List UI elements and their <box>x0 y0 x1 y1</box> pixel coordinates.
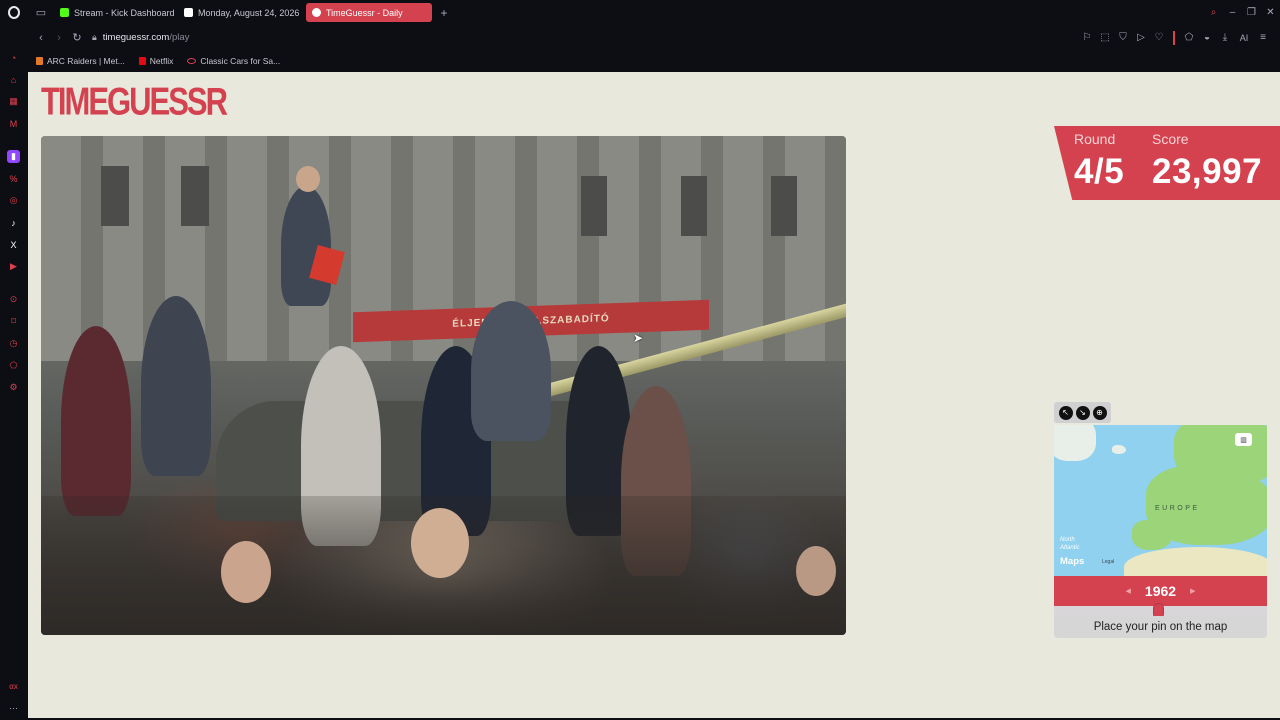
netflix-favicon-icon <box>138 57 146 65</box>
timeguessr-favicon-icon <box>312 8 321 17</box>
photo-window <box>681 176 707 236</box>
photo-window <box>581 176 607 236</box>
browser-sidebar: ◔ ⌂ ▦ M ▮ % ◎ ♪ X ▶ ⊙ ⌑ ◷ ⬠ ⚙ αx ⋯ <box>0 25 28 720</box>
instagram-icon[interactable]: ◎ <box>7 194 20 207</box>
address-bar: ‹ › ↻ 🔒︎ timeguessr.com/play ⚐ ⬚ ⛉ ▷ ♡ ⬠… <box>28 25 1280 50</box>
x-icon[interactable]: X <box>7 238 20 251</box>
photo-window <box>101 166 129 226</box>
kick-favicon-icon <box>60 8 69 17</box>
bookmark-page-icon[interactable]: ⚐ <box>1078 32 1096 43</box>
easy-setup-icon[interactable]: ≡ <box>1254 32 1272 43</box>
back-icon[interactable]: ‹ <box>32 32 50 44</box>
bookmark-arc-raiders[interactable]: ARC Raiders | Met... <box>36 56 125 66</box>
photo-window <box>181 166 209 226</box>
place-pin-button[interactable]: Place your pin on the map <box>1054 616 1267 638</box>
photo-window <box>771 176 797 236</box>
photo-face <box>796 546 836 596</box>
tab-kick-dashboard[interactable]: Stream - Kick Dashboard <box>54 3 176 22</box>
aria-icon[interactable]: ◔ <box>7 51 20 64</box>
percent-icon[interactable]: % <box>7 172 20 185</box>
timeguessr-logo[interactable]: TIMEGUESSR <box>41 82 228 121</box>
page-content: TIMEGUESSR ÉLJENEK A FELSZABADÍTÓ ➤ Roun… <box>28 72 1280 718</box>
download-icon[interactable]: ⤓ <box>1216 32 1234 43</box>
map-greenland <box>1054 425 1096 461</box>
map-europe-label: EUROPE <box>1155 505 1200 512</box>
ax-label[interactable]: αx <box>7 680 20 693</box>
photo-face <box>411 508 469 578</box>
tab-timeguessr[interactable]: TimeGuessr - Daily <box>306 3 432 22</box>
bookmark-classic-cars[interactable]: Classic Cars for Sa... <box>187 56 280 66</box>
year-slider[interactable] <box>1054 603 1267 619</box>
map-legal-link[interactable]: Legal <box>1102 559 1114 565</box>
more-icon[interactable]: ⋯ <box>7 702 20 715</box>
expand-map-icon[interactable]: ↘ <box>1075 405 1090 420</box>
new-tab-button[interactable]: + <box>434 3 454 22</box>
forward-icon[interactable]: › <box>50 32 68 44</box>
pin-map-icon[interactable]: ⊕ <box>1092 405 1107 420</box>
photo-face <box>296 166 320 192</box>
score-value: 23,997 <box>1152 152 1263 191</box>
title-bar: ▭ Stream - Kick Dashboard Monday, August… <box>0 0 1280 25</box>
url-field[interactable]: timeguessr.com/play <box>103 32 190 43</box>
photo-person <box>61 326 131 516</box>
bookmark-netflix[interactable]: Netflix <box>138 56 173 66</box>
workspace-icon[interactable]: ▦ <box>7 95 20 108</box>
score-panel: Round 4/5 Score 23,997 <box>1054 126 1280 200</box>
gmail-icon[interactable]: M <box>7 117 20 130</box>
photo-face <box>221 541 271 603</box>
shrink-map-icon[interactable]: ↖ <box>1058 405 1073 420</box>
snapshot-icon[interactable]: ⬚ <box>1096 32 1114 43</box>
toolbar-divider <box>1173 30 1175 45</box>
extension-icon[interactable]: ⬠ <box>1180 32 1198 43</box>
opera-menu-icon[interactable] <box>0 0 28 25</box>
lock-icon[interactable]: 🔒︎ <box>92 32 97 43</box>
round-value: 4/5 <box>1074 152 1125 191</box>
tab-menu-icon[interactable]: ▭ <box>28 0 54 25</box>
mouse-cursor-icon: ➤ <box>633 331 644 345</box>
pinboard-icon[interactable]: ⌂ <box>7 73 20 86</box>
map-ocean-label: North Atlantic <box>1060 537 1080 551</box>
photo-person <box>471 301 551 441</box>
history-icon[interactable]: ◷ <box>7 337 20 350</box>
extensions-icon[interactable]: ⬠ <box>7 359 20 372</box>
photo-person <box>141 296 211 476</box>
year-value: 1962 <box>1144 583 1177 599</box>
arc-favicon-icon <box>36 57 43 65</box>
ai-button[interactable]: AI <box>1234 33 1254 43</box>
close-icon[interactable]: ✕ <box>1261 7 1280 18</box>
map-africa <box>1124 547 1267 576</box>
bookmarks-icon[interactable]: ⌑ <box>7 315 20 328</box>
youtube-icon[interactable]: ▶ <box>7 260 20 273</box>
round-photo: ÉLJENEK A FELSZABADÍTÓ <box>41 136 846 635</box>
player-icon[interactable]: ⊙ <box>7 293 20 306</box>
heart-icon[interactable]: ♡ <box>1150 32 1168 43</box>
vpn-shield-icon[interactable]: ⛉ <box>1114 32 1132 43</box>
bookmarks-bar: ARC Raiders | Met... Netflix Classic Car… <box>28 50 1280 72</box>
twitch-icon[interactable]: ▮ <box>7 150 20 163</box>
minimize-icon[interactable]: – <box>1223 7 1242 18</box>
map-iberia <box>1132 520 1172 550</box>
map-type-icon[interactable]: ▥ <box>1235 433 1252 446</box>
year-decrement-icon[interactable]: ◀ <box>1126 587 1131 595</box>
year-increment-icon[interactable]: ▶ <box>1190 587 1195 595</box>
guess-map[interactable]: EUROPE North Atlantic Maps Legal ▥ <box>1054 425 1267 576</box>
map-iceland <box>1112 445 1126 454</box>
map-size-tools: ↖ ↘ ⊕ <box>1054 402 1111 423</box>
tab-date[interactable]: Monday, August 24, 2026 <box>178 3 304 22</box>
classic-cars-favicon-icon <box>187 58 197 64</box>
search-icon[interactable]: ⌕ <box>1204 7 1223 18</box>
reload-icon[interactable]: ↻ <box>68 31 86 44</box>
round-label: Round <box>1074 131 1116 147</box>
guess-map-widget: ↖ ↘ ⊕ EUROPE North Atlantic Maps Legal ▥ … <box>1054 402 1267 638</box>
settings-icon[interactable]: ⚙ <box>7 381 20 394</box>
wallet-icon[interactable]: ◒ <box>1198 32 1216 43</box>
send-icon[interactable]: ▷ <box>1132 32 1150 43</box>
tiktok-icon[interactable]: ♪ <box>7 216 20 229</box>
year-bar: ◀ 1962 ▶ <box>1054 576 1267 606</box>
restore-icon[interactable]: ❐ <box>1242 7 1261 18</box>
apple-maps-logo: Maps <box>1060 556 1085 567</box>
calendar-favicon-icon <box>184 8 193 17</box>
score-label: Score <box>1152 131 1189 147</box>
